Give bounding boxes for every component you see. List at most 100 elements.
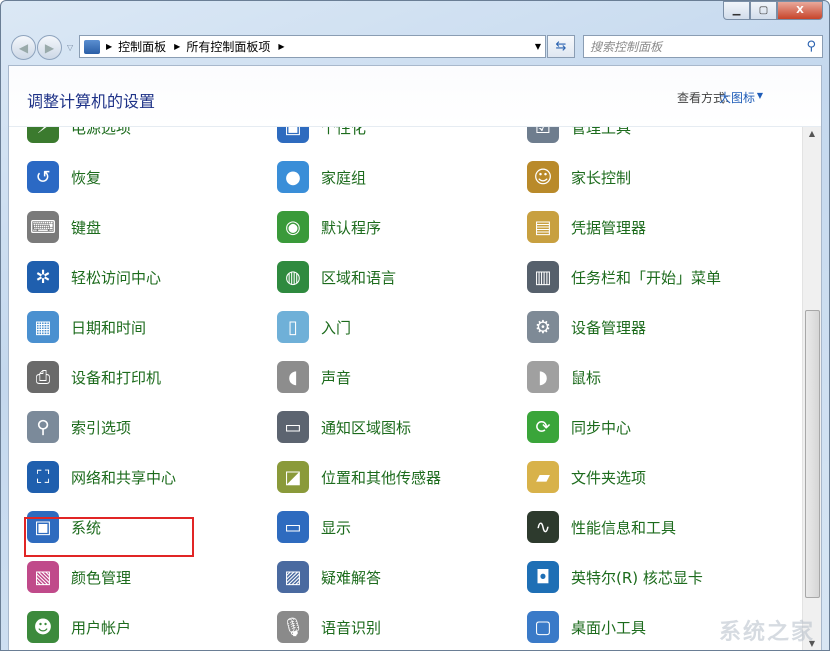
control-panel-item[interactable]: ⚡电源选项 xyxy=(27,127,131,145)
control-panel-item[interactable]: ✲轻松访问中心 xyxy=(27,259,161,295)
item-label: 日期和时间 xyxy=(71,317,146,338)
item-icon: ⚙ xyxy=(527,311,559,343)
control-panel-item[interactable]: ↺ 恢复 xyxy=(27,159,101,195)
item-icon: ⎙ xyxy=(27,361,59,393)
forward-button[interactable]: ▶ xyxy=(37,35,62,60)
item-icon: ☻ xyxy=(27,611,59,643)
item-label: 网络和共享中心 xyxy=(71,467,176,488)
control-panel-item[interactable]: ◉默认程序 xyxy=(277,209,381,245)
close-button[interactable]: X xyxy=(777,1,823,20)
refresh-button[interactable]: ⇆ xyxy=(547,35,575,58)
item-icon: ◘ xyxy=(527,561,559,593)
search-icon[interactable]: ⚲ xyxy=(806,39,816,54)
control-panel-item[interactable]: ☺ 家长控制 xyxy=(527,159,631,195)
breadcrumb-control-panel[interactable]: 控制面板 xyxy=(118,38,166,55)
control-panel-item[interactable]: ⌨键盘 xyxy=(27,209,101,245)
item-icon: ⌨ xyxy=(27,211,59,243)
control-panel-item[interactable]: ◗ 鼠标 xyxy=(527,359,601,395)
item-icon: ● xyxy=(277,161,309,193)
vertical-scrollbar[interactable]: ▲ ▼ xyxy=(802,127,821,650)
item-label: 轻松访问中心 xyxy=(71,267,161,288)
item-label: 设备和打印机 xyxy=(71,367,161,388)
item-icon: ⚲ xyxy=(27,411,59,443)
control-panel-item[interactable]: ⚙ 设备管理器 xyxy=(527,309,646,345)
scroll-up-button[interactable]: ▲ xyxy=(803,129,821,138)
control-panel-item[interactable]: ⟳同步中心 xyxy=(527,409,631,445)
item-label: 位置和其他传感器 xyxy=(321,467,441,488)
control-panel-item[interactable]: ▤凭据管理器 xyxy=(527,209,646,245)
item-label: 鼠标 xyxy=(571,367,601,388)
minimize-button[interactable]: ▁ xyxy=(723,1,750,20)
breadcrumb-all-items[interactable]: 所有控制面板项 xyxy=(186,38,270,55)
item-label: 性能信息和工具 xyxy=(571,517,676,538)
control-panel-icon xyxy=(84,40,100,54)
control-panel-item[interactable]: ▭显示 xyxy=(277,509,351,545)
breadcrumb-separator[interactable]: ▶ xyxy=(278,42,284,51)
chevron-down-icon[interactable]: ▼ xyxy=(757,91,763,100)
control-panel-item[interactable]: ◘ 英特尔(R) 核芯显卡 xyxy=(527,559,703,595)
item-label: 英特尔(R) 核芯显卡 xyxy=(571,567,703,588)
breadcrumb-separator[interactable]: ▶ xyxy=(106,42,112,51)
control-panel-item[interactable]: ◪位置和其他传感器 xyxy=(277,459,441,495)
maximize-button[interactable]: ▢ xyxy=(750,1,777,20)
item-icon: ◉ xyxy=(277,211,309,243)
item-icon: ▢ xyxy=(527,611,559,643)
control-panel-item[interactable]: 🎙 语音识别 xyxy=(277,609,381,645)
item-icon: ↺ xyxy=(27,161,59,193)
search-input[interactable]: 搜索控制面板 ⚲ xyxy=(583,35,823,58)
item-icon: ▧ xyxy=(27,561,59,593)
item-icon: ▤ xyxy=(527,211,559,243)
breadcrumb-separator[interactable]: ▶ xyxy=(174,42,180,51)
address-dropdown-icon[interactable]: ▼ xyxy=(535,42,541,51)
control-panel-item[interactable]: ◖ 声音 xyxy=(277,359,351,395)
page-title: 调整计算机的设置 xyxy=(27,88,155,112)
control-panel-items: ⚡电源选项 ▣个性化 ☑ 管理工具 ↺ 恢复 ●家庭组 ☺ 家长控制 ⌨键盘 ◉默认程序 ▤凭据管理器… xyxy=(9,127,801,650)
address-bar[interactable]: ▶ 控制面板 ▶ 所有控制面板项 ▶ ▼ xyxy=(79,35,546,58)
item-icon: ◖ xyxy=(277,361,309,393)
item-label: 设备管理器 xyxy=(571,317,646,338)
control-panel-item[interactable]: ⚲索引选项 xyxy=(27,409,131,445)
control-panel-item[interactable]: ⎙ 设备和打印机 xyxy=(27,359,161,395)
item-label: 管理工具 xyxy=(571,127,631,138)
item-label: 语音识别 xyxy=(321,617,381,638)
control-panel-item[interactable]: ☻用户帐户 xyxy=(27,609,131,645)
item-label: 疑难解答 xyxy=(321,567,381,588)
item-icon: ◗ xyxy=(527,361,559,393)
item-icon: ▯ xyxy=(277,311,309,343)
item-label: 声音 xyxy=(321,367,351,388)
watermark: 系统之家 xyxy=(719,614,815,646)
recent-pages-dropdown[interactable]: ▽ xyxy=(67,43,73,52)
control-panel-item[interactable]: ▰文件夹选项 xyxy=(527,459,646,495)
back-button[interactable]: ◀ xyxy=(11,35,36,60)
control-panel-item[interactable]: ▥任务栏和「开始」菜单 xyxy=(527,259,721,295)
item-label: 桌面小工具 xyxy=(571,617,646,638)
item-label: 通知区域图标 xyxy=(321,417,411,438)
control-panel-item[interactable]: ▧颜色管理 xyxy=(27,559,131,595)
item-icon: ☑ xyxy=(527,127,559,143)
item-label: 家长控制 xyxy=(571,167,631,188)
item-label: 恢复 xyxy=(71,167,101,188)
highlight-box xyxy=(24,517,194,557)
item-label: 个性化 xyxy=(321,127,366,138)
item-icon: ☺ xyxy=(527,161,559,193)
item-icon: ▭ xyxy=(277,511,309,543)
search-placeholder: 搜索控制面板 xyxy=(590,38,662,55)
view-by-dropdown[interactable]: 大图标 xyxy=(719,89,755,106)
control-panel-item[interactable]: ▨疑难解答 xyxy=(277,559,381,595)
scroll-thumb[interactable] xyxy=(805,310,820,598)
control-panel-item[interactable]: ▭通知区域图标 xyxy=(277,409,411,445)
window-controls: ▁ ▢ X xyxy=(723,1,823,20)
item-icon: ▥ xyxy=(527,261,559,293)
control-panel-item[interactable]: ▣个性化 xyxy=(277,127,366,145)
control-panel-item[interactable]: ◍区域和语言 xyxy=(277,259,396,295)
control-panel-item[interactable]: ∿性能信息和工具 xyxy=(527,509,676,545)
item-icon: 🎙 xyxy=(277,611,309,643)
item-label: 同步中心 xyxy=(571,417,631,438)
control-panel-item[interactable]: ⛶网络和共享中心 xyxy=(27,459,176,495)
control-panel-item[interactable]: ☑ 管理工具 xyxy=(527,127,631,145)
control-panel-item[interactable]: ▢ 桌面小工具 xyxy=(527,609,646,645)
item-label: 区域和语言 xyxy=(321,267,396,288)
control-panel-item[interactable]: ▦日期和时间 xyxy=(27,309,146,345)
control-panel-item[interactable]: ●家庭组 xyxy=(277,159,366,195)
control-panel-item[interactable]: ▯入门 xyxy=(277,309,351,345)
